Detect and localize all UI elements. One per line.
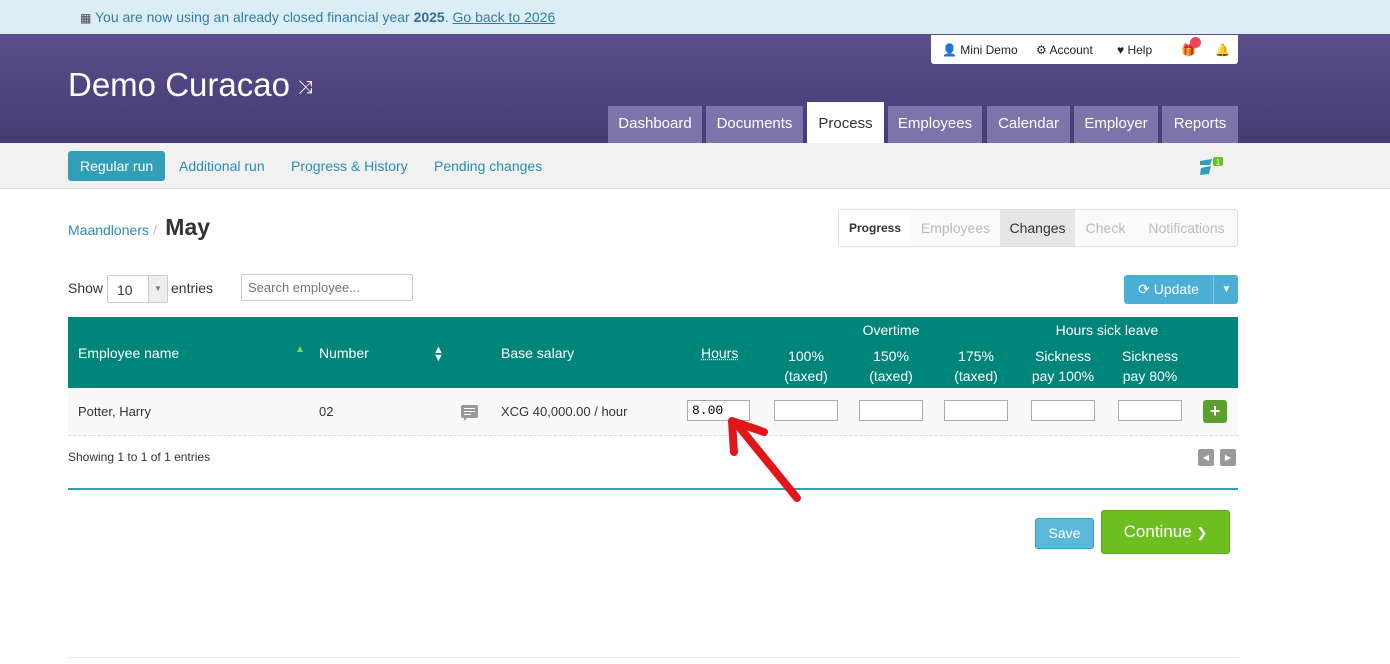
table-row: Potter, Harry 02 XCG 40,000.00 / hour + xyxy=(68,389,1238,436)
continue-button[interactable]: Continue ❯ xyxy=(1101,510,1230,554)
breadcrumb-parent[interactable]: Maandloners xyxy=(68,222,149,238)
col-base-salary: Base salary xyxy=(501,345,575,361)
subnav-pending-changes[interactable]: Pending changes xyxy=(434,151,542,181)
sort-asc-icon[interactable]: ▲ xyxy=(295,344,305,355)
tab-calendar[interactable]: Calendar xyxy=(987,106,1070,143)
user-toolbar: 👤 Mini Demo ⚙ Account ♥ Help 🎁 🔔 xyxy=(931,35,1238,64)
tab-documents[interactable]: Documents xyxy=(706,106,803,143)
base-salary: XCG 40,000.00 / hour xyxy=(501,404,628,419)
ot150-input[interactable] xyxy=(859,400,923,421)
employee-name[interactable]: Potter, Harry xyxy=(78,404,151,419)
user-name: Mini Demo xyxy=(960,43,1018,57)
notification-badge xyxy=(1190,37,1201,48)
company-switcher[interactable]: Demo Curacao ⤨ xyxy=(68,66,312,104)
gear-icon: ⚙ xyxy=(1036,43,1047,57)
continue-label: Continue xyxy=(1123,522,1192,541)
col-sick80-b: pay 80% xyxy=(1122,368,1178,384)
tab-employees[interactable]: Employees xyxy=(888,106,982,143)
app-logo-icon[interactable]: 1 xyxy=(1199,156,1225,178)
col-hours[interactable]: Hours xyxy=(701,345,738,361)
col-ot175-b: (taxed) xyxy=(954,368,998,384)
col-ot100-a: 100% xyxy=(788,348,824,364)
breadcrumb-separator: / xyxy=(152,222,157,238)
tab-dashboard[interactable]: Dashboard xyxy=(608,106,702,143)
update-button-group: ⟳ Update ▼ xyxy=(1124,275,1238,304)
entries-label: entries xyxy=(171,280,214,296)
chevron-left-icon: ◀ xyxy=(1202,453,1210,462)
shuffle-icon[interactable]: ⤨ xyxy=(298,77,312,97)
prev-page-button[interactable]: ◀ xyxy=(1198,449,1214,466)
go-back-link[interactable]: Go back to 2026 xyxy=(453,9,556,25)
search-employee-input[interactable] xyxy=(241,274,413,301)
bell-icon[interactable]: 🔔 xyxy=(1215,43,1230,57)
step-employees[interactable]: Employees xyxy=(911,210,1000,246)
add-row-button[interactable]: + xyxy=(1203,400,1227,423)
table-info: Showing 1 to 1 of 1 entries xyxy=(68,450,211,464)
group-overtime: Overtime xyxy=(862,322,920,338)
next-page-button[interactable]: ▶ xyxy=(1220,449,1236,466)
step-check[interactable]: Check xyxy=(1075,210,1136,246)
ot175-input[interactable] xyxy=(944,400,1008,421)
subnav-additional-run[interactable]: Additional run xyxy=(179,151,265,181)
run-steps: Progress Employees Changes Check Notific… xyxy=(838,209,1238,247)
tab-reports[interactable]: Reports xyxy=(1162,106,1238,143)
svg-text:1: 1 xyxy=(1216,158,1221,167)
calendar-icon: ▦ xyxy=(80,11,92,25)
app-header: Demo Curacao ⤨ 👤 Mini Demo ⚙ Account ♥ He… xyxy=(0,34,1390,143)
show-label: Show xyxy=(68,280,104,296)
entries-value: 10 xyxy=(117,282,133,298)
save-button[interactable]: Save xyxy=(1035,518,1094,549)
sort-icon[interactable]: ▲ ▼ xyxy=(433,345,444,364)
col-ot150-a: 150% xyxy=(873,348,909,364)
col-sick100-b: pay 100% xyxy=(1031,368,1095,384)
account-label: Account xyxy=(1049,43,1093,57)
step-notifications[interactable]: Notifications xyxy=(1136,210,1237,246)
subnav-progress-history[interactable]: Progress & History xyxy=(291,151,408,181)
page-title: May xyxy=(165,214,211,240)
footer-divider xyxy=(68,657,1238,658)
col-sick80-a: Sickness xyxy=(1121,348,1179,364)
user-icon: 👤 xyxy=(942,43,957,57)
col-ot175-a: 175% xyxy=(958,348,994,364)
sick80-input[interactable] xyxy=(1118,400,1182,421)
help-label: Help xyxy=(1127,43,1153,57)
heart-icon: ♥ xyxy=(1117,43,1125,57)
chevron-down-icon: ▼ xyxy=(148,276,167,302)
process-subnav: Regular run Additional run Progress & Hi… xyxy=(0,143,1390,189)
chevron-right-icon: ▶ xyxy=(1224,453,1232,462)
employee-number: 02 xyxy=(319,404,334,419)
col-ot150-b: (taxed) xyxy=(869,368,913,384)
update-label: Update xyxy=(1153,281,1199,297)
col-number[interactable]: Number xyxy=(319,345,369,361)
table-header: Employee name ▲ Number ▲ ▼ Base salary Ho… xyxy=(68,317,1238,388)
col-employee-name[interactable]: Employee name xyxy=(78,345,179,361)
company-name: Demo Curacao xyxy=(68,66,290,103)
annotation-arrow-icon xyxy=(728,417,801,502)
step-progress[interactable]: Progress xyxy=(839,210,911,246)
entries-select[interactable]: 10 ▼ xyxy=(107,275,168,303)
help-menu[interactable]: ♥ Help xyxy=(1117,43,1152,57)
user-menu[interactable]: 👤 Mini Demo xyxy=(942,43,1018,57)
comment-icon[interactable] xyxy=(461,405,478,421)
account-menu[interactable]: ⚙ Account xyxy=(1036,43,1093,57)
col-ot100-b: (taxed) xyxy=(784,368,828,384)
notice-text: You are now using an already closed fina… xyxy=(94,9,410,25)
breadcrumb: Maandloners / May xyxy=(68,214,210,241)
update-button[interactable]: ⟳ Update xyxy=(1124,275,1213,304)
caret-down-icon: ▼ xyxy=(1221,284,1232,295)
refresh-icon: ⟳ xyxy=(1138,281,1150,297)
section-divider xyxy=(68,488,1238,490)
chevron-right-icon: ❯ xyxy=(1196,525,1208,540)
step-changes[interactable]: Changes xyxy=(1000,210,1075,246)
sick100-input[interactable] xyxy=(1031,400,1095,421)
subnav-regular-run[interactable]: Regular run xyxy=(68,151,166,181)
update-dropdown-toggle[interactable]: ▼ xyxy=(1213,275,1239,304)
closed-year-notice: ▦ You are now using an already closed fi… xyxy=(0,0,1390,34)
group-sick-leave: Hours sick leave xyxy=(1055,322,1159,338)
notice-year: 2025 xyxy=(413,9,445,25)
tab-process[interactable]: Process xyxy=(807,102,884,143)
plus-icon: + xyxy=(1209,401,1221,421)
tab-employer[interactable]: Employer xyxy=(1074,106,1158,143)
col-sick100-a: Sickness xyxy=(1034,348,1092,364)
